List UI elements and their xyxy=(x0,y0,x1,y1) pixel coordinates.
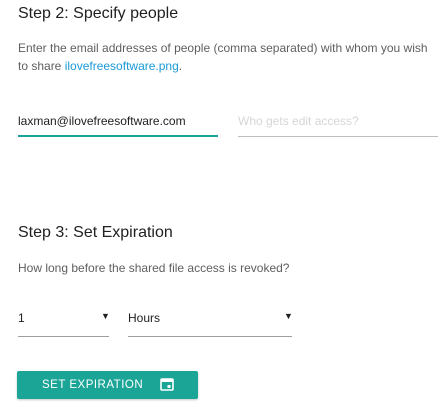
step3-description: How long before the shared file access i… xyxy=(18,261,290,275)
chevron-down-icon[interactable]: ▼ xyxy=(101,311,110,321)
edit-access-underline xyxy=(238,136,438,137)
step2-description: Enter the email addresses of people (com… xyxy=(18,39,433,75)
edit-access-placeholder[interactable]: Who gets edit access? xyxy=(238,114,359,128)
time-unit-select-value: Hours xyxy=(128,311,161,325)
email-field-value[interactable]: laxman@ilovefreesoftware.com xyxy=(18,114,186,128)
email-field-underline xyxy=(18,135,218,137)
share-settings-page: Step 2: Specify people Enter the email a… xyxy=(0,0,445,408)
step2-title: Step 2: Specify people xyxy=(18,5,179,22)
step2-description-end: . xyxy=(178,59,183,73)
duration-select[interactable]: 1 ▼ xyxy=(18,305,110,337)
step3-title: Step 3: Set Expiration xyxy=(18,224,173,241)
set-expiration-button[interactable]: SET EXPIRATION xyxy=(17,371,198,399)
duration-select-underline xyxy=(18,336,109,337)
chevron-down-icon[interactable]: ▼ xyxy=(284,311,293,321)
shared-file-link[interactable]: ilovefreesoftware.png xyxy=(65,59,179,73)
time-unit-select-underline xyxy=(128,336,292,337)
duration-select-value: 1 xyxy=(18,311,25,325)
email-field[interactable]: laxman@ilovefreesoftware.com xyxy=(18,109,218,137)
time-unit-select[interactable]: Hours ▼ xyxy=(128,305,293,337)
calendar-icon xyxy=(160,378,174,391)
set-expiration-label: SET EXPIRATION xyxy=(42,379,144,391)
edit-access-field[interactable]: Who gets edit access? xyxy=(238,109,438,137)
